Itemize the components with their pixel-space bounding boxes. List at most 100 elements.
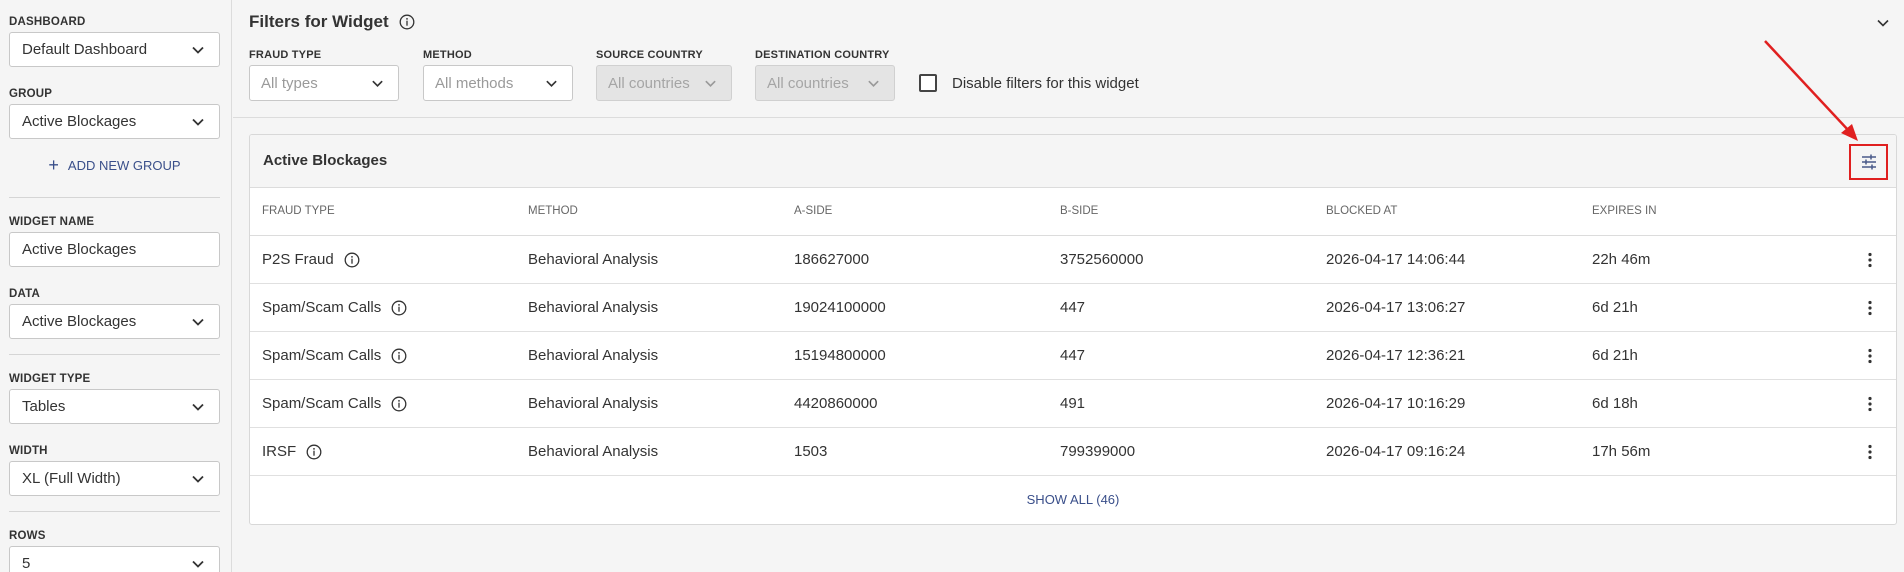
widget-type-select[interactable]: Tables [9,389,220,424]
widget-title: Active Blockages [263,152,388,169]
chevron-down-icon [192,118,204,126]
b-side-cell: 447 [1060,299,1086,316]
rows-select[interactable]: 5 [9,546,220,572]
collapse-chevron-icon[interactable] [1876,16,1890,30]
more-actions-icon[interactable] [1868,444,1872,460]
fraud-type-cell: Spam/Scam Calls [262,395,407,412]
chevron-down-icon [192,560,204,568]
source-country-filter: SOURCE COUNTRY All countries [596,47,732,101]
expires-in-cell: 6d 18h [1592,395,1638,412]
b-side-cell: 491 [1060,395,1086,412]
widget-settings-sidebar: DASHBOARD Default Dashboard GROUP Active… [0,0,232,572]
fraud-type-select[interactable]: All types [249,65,399,101]
info-icon[interactable] [306,444,322,460]
more-actions-icon[interactable] [1868,252,1872,268]
blocked-at-cell: 2026-04-17 09:16:24 [1326,443,1466,460]
width-select[interactable]: XL (Full Width) [9,461,220,496]
a-side-cell: 19024100000 [794,299,886,316]
fraud-type-cell: IRSF [262,443,322,460]
fraud-type-placeholder: All types [261,74,318,92]
rows-value: 5 [22,555,31,572]
column-settings-button[interactable] [1849,144,1888,180]
widget-name-input[interactable]: Active Blockages [9,232,220,267]
width-label: WIDTH [9,445,48,457]
a-side-cell: 15194800000 [794,347,886,364]
fraud-type-filter: FRAUD TYPE All types [249,47,399,101]
info-icon[interactable] [399,14,415,30]
blocked-at-cell: 2026-04-17 14:06:44 [1326,251,1466,268]
destination-country-filter: DESTINATION COUNTRY All countries [755,47,895,101]
more-actions-icon[interactable] [1868,300,1872,316]
active-blockages-widget: Active Blockages FRAUD TYPE METHOD A-SID… [249,134,1897,525]
column-header[interactable]: METHOD [528,205,578,217]
add-new-group-button[interactable]: + ADD NEW GROUP [9,150,220,180]
dashboard-label: DASHBOARD [9,16,86,28]
filters-title-text: Filters for Widget [249,12,389,31]
method-cell: Behavioral Analysis [528,443,659,460]
blocked-at-cell: 2026-04-17 10:16:29 [1326,395,1466,412]
group-value: Active Blockages [22,113,137,130]
a-side-cell: 186627000 [794,251,870,268]
fraud-type-cell: P2S Fraud [262,251,360,268]
column-header[interactable]: B-SIDE [1060,205,1098,217]
method-filter-label: METHOD [423,49,472,61]
a-side-cell: 1503 [794,443,828,460]
show-all-link[interactable]: SHOW ALL (46) [250,476,1896,522]
fraud-type-cell: Spam/Scam Calls [262,299,407,316]
table-header: FRAUD TYPE METHOD A-SIDE B-SIDE BLOCKED … [250,188,1896,236]
table-row: Spam/Scam Calls Behavioral Analysis 1902… [250,284,1896,332]
widget-filters-panel: Filters for Widget FRAUD TYPE All types … [233,0,1904,118]
group-label: GROUP [9,88,53,100]
plus-icon: + [48,155,59,175]
widget-type-label: WIDGET TYPE [9,373,91,385]
fraud-type-text: IRSF [262,443,297,460]
disable-filters-checkbox[interactable] [919,74,937,92]
column-header[interactable]: EXPIRES IN [1592,205,1657,217]
info-icon[interactable] [391,396,407,412]
more-actions-icon[interactable] [1868,348,1872,364]
fraud-type-text: Spam/Scam Calls [262,395,382,412]
sliders-icon [1861,154,1876,170]
method-cell: Behavioral Analysis [528,251,659,268]
source-country-filter-label: SOURCE COUNTRY [596,49,703,61]
column-header[interactable]: FRAUD TYPE [262,205,335,217]
chevron-down-icon [192,318,204,326]
group-select[interactable]: Active Blockages [9,104,220,139]
chevron-down-icon [372,80,383,88]
dashboard-select[interactable]: Default Dashboard [9,32,220,67]
info-icon[interactable] [391,348,407,364]
chevron-down-icon [192,46,204,54]
table-row: IRSF Behavioral Analysis 1503 799399000 … [250,428,1896,476]
column-header[interactable]: BLOCKED AT [1326,205,1397,217]
table-row: P2S Fraud Behavioral Analysis 186627000 … [250,236,1896,284]
disable-filters-toggle[interactable]: Disable filters for this widget [919,74,1139,92]
widget-name-value: Active Blockages [22,241,137,258]
fraud-type-text: P2S Fraud [262,251,334,268]
width-value: XL (Full Width) [22,470,121,487]
source-country-placeholder: All countries [608,74,690,92]
info-icon[interactable] [344,252,360,268]
fraud-type-filter-label: FRAUD TYPE [249,49,322,61]
method-placeholder: All methods [435,74,514,92]
fraud-type-text: Spam/Scam Calls [262,347,382,364]
filters-title: Filters for Widget [249,12,415,32]
add-new-group-label: ADD NEW GROUP [67,157,181,173]
data-label: DATA [9,288,41,300]
chevron-down-icon [546,80,557,88]
column-header[interactable]: A-SIDE [794,205,832,217]
expires-in-cell: 17h 56m [1592,443,1651,460]
fraud-type-text: Spam/Scam Calls [262,299,382,316]
blocked-at-cell: 2026-04-17 13:06:27 [1326,299,1466,316]
info-icon[interactable] [391,300,407,316]
more-actions-icon[interactable] [1868,396,1872,412]
method-filter: METHOD All methods [423,47,573,101]
method-cell: Behavioral Analysis [528,395,659,412]
destination-country-placeholder: All countries [767,74,849,92]
table-row: Spam/Scam Calls Behavioral Analysis 4420… [250,380,1896,428]
b-side-cell: 447 [1060,347,1086,364]
expires-in-cell: 22h 46m [1592,251,1651,268]
data-select[interactable]: Active Blockages [9,304,220,339]
rows-label: ROWS [9,530,46,542]
destination-country-select: All countries [755,65,895,101]
method-select[interactable]: All methods [423,65,573,101]
